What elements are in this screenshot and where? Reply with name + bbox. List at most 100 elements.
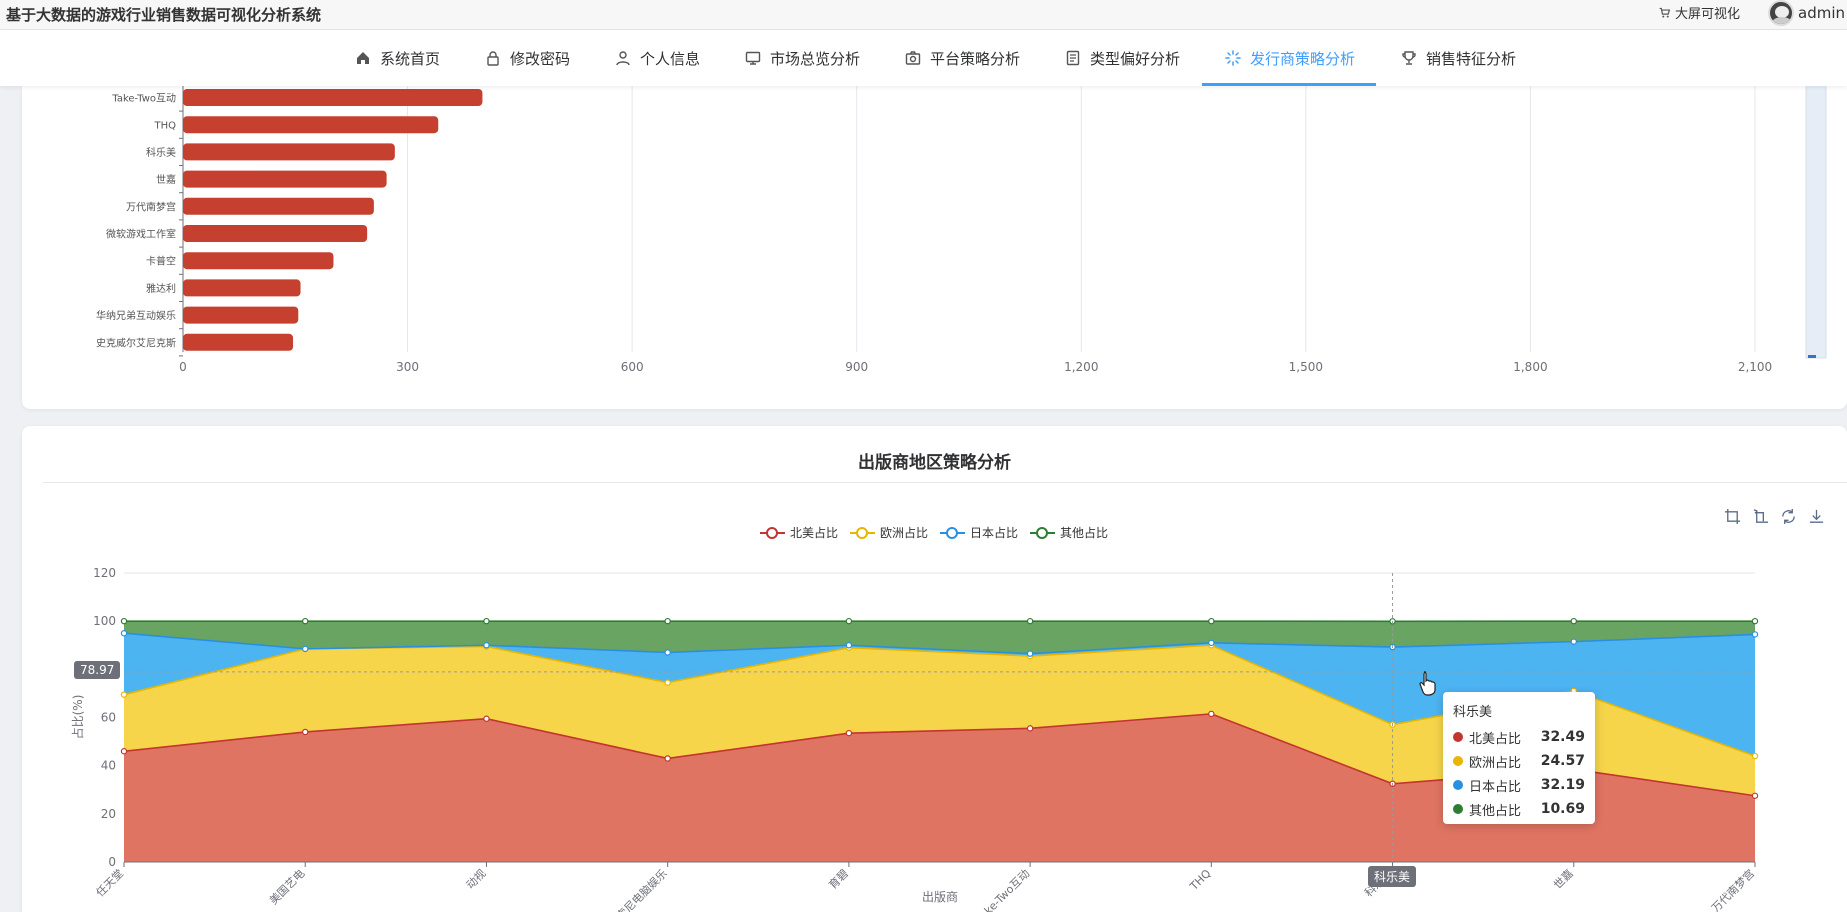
bar-rect xyxy=(183,116,439,134)
tooltip-value: 32.19 xyxy=(1540,777,1585,793)
bar-rect xyxy=(183,279,301,297)
area-x-tick-label: 美国艺电 xyxy=(267,867,307,907)
tooltip-name: 北美占比 xyxy=(1469,731,1522,747)
monitor-icon xyxy=(745,51,761,65)
area-point xyxy=(1751,752,1759,760)
area-point xyxy=(302,728,309,736)
tooltip-name: 欧洲占比 xyxy=(1469,755,1522,771)
region-legend: 北美占比 欧洲占比 日本占比 其他占比 xyxy=(760,524,1108,541)
legend-swatch xyxy=(1030,526,1056,540)
area-point xyxy=(120,691,128,698)
legend-label: 北美占比 xyxy=(790,526,839,540)
nav-label: 个人信息 xyxy=(640,49,701,68)
area-point xyxy=(664,649,671,656)
area-x-tick-label: THQ xyxy=(1187,867,1214,894)
restore-icon[interactable] xyxy=(1780,508,1797,525)
area-x-tick-label: 任天堂 xyxy=(94,867,127,900)
bar-category-label: THQ xyxy=(154,121,177,132)
area-point xyxy=(1026,617,1034,625)
bar-rect xyxy=(183,143,395,161)
legend-item-other[interactable]: 其他占比 xyxy=(1030,524,1108,541)
bar-rect xyxy=(183,197,374,215)
area-point xyxy=(483,715,490,722)
chart-tooltip: 科乐美 北美占比 32.49 欧洲占比 24.57 日本占比 32.19 其他占比 10… xyxy=(1443,692,1595,824)
axis-pointer-x-label: 科乐美 xyxy=(1368,866,1417,887)
nav-item-home[interactable]: 系统首页 xyxy=(355,30,440,86)
tooltip-row: 日本占比 32.19 xyxy=(1453,773,1585,797)
user-icon xyxy=(616,51,630,66)
area-y-tick-label: 60 xyxy=(101,711,116,725)
area-x-tick-label: 世嘉 xyxy=(1550,866,1575,891)
area-x-axis-title: 出版商 xyxy=(922,889,958,904)
nav-item-market-overview[interactable]: 市场总览分析 xyxy=(745,30,860,86)
legend-swatch xyxy=(760,526,785,540)
bar-category-label: 史克威尔艾尼克斯 xyxy=(96,336,176,349)
area-y-tick-label: 40 xyxy=(101,759,116,773)
download-icon[interactable] xyxy=(1808,508,1825,525)
nav-label: 修改密码 xyxy=(510,49,571,68)
area-point xyxy=(483,617,490,625)
bar-rect xyxy=(183,306,299,324)
area-point xyxy=(845,642,853,649)
area-point xyxy=(120,630,128,637)
zoom-select-icon[interactable] xyxy=(1724,508,1741,525)
bar-x-tick-label: 300 xyxy=(396,360,419,374)
area-point xyxy=(302,645,309,653)
nav-item-publisher-strategy[interactable]: 发行商策略分析 xyxy=(1225,30,1355,86)
area-y-tick-label: 20 xyxy=(101,807,116,821)
nav-item-change-password[interactable]: 修改密码 xyxy=(485,30,570,86)
bar-category-label: 科乐美 xyxy=(146,146,176,159)
nav-item-platform-strategy[interactable]: 平台策略分析 xyxy=(905,30,1020,86)
chart-toolbox xyxy=(1724,508,1825,525)
tooltip-value: 32.49 xyxy=(1540,729,1585,745)
nav-label: 类型偏好分析 xyxy=(1090,49,1181,68)
loading-icon xyxy=(1225,50,1241,66)
area-point xyxy=(120,748,128,755)
legend-swatch xyxy=(850,526,876,540)
tooltip-name: 其他占比 xyxy=(1469,803,1522,819)
main-nav: 系统首页 修改密码 个人信息 市场总览分析 平台策略分析 类型偏好分析 发行商策… xyxy=(0,30,1847,86)
data-zoom-handle xyxy=(1808,355,1816,358)
bar-category-label: 卡普空 xyxy=(146,255,176,268)
tooltip-row: 欧洲占比 24.57 xyxy=(1453,749,1585,773)
bar-x-tick-label: 2,100 xyxy=(1738,360,1772,374)
legend-label: 日本占比 xyxy=(970,526,1019,540)
bar-x-tick-label: 0 xyxy=(179,360,187,374)
area-point xyxy=(845,617,853,625)
bar-rect xyxy=(183,89,483,106)
area-x-tick-label: 育碧 xyxy=(826,866,851,891)
area-x-tick-label: 动视 xyxy=(463,866,488,891)
bar-category-label: 雅达利 xyxy=(146,282,176,295)
legend-item-japan[interactable]: 日本占比 xyxy=(940,524,1018,541)
bar-x-tick-label: 900 xyxy=(845,360,868,374)
area-point xyxy=(1751,631,1759,638)
tooltip-title: 科乐美 xyxy=(1453,705,1493,720)
tooltip-row: 北美占比 32.49 xyxy=(1453,725,1585,749)
legend-label: 其他占比 xyxy=(1060,526,1109,540)
bar-category-label: 微软游戏工作室 xyxy=(106,228,176,241)
nav-item-genre-preference[interactable]: 类型偏好分析 xyxy=(1065,30,1180,86)
legend-item-europe[interactable]: 欧洲占比 xyxy=(850,524,928,541)
area-point xyxy=(483,642,490,649)
area-x-tick-label: 万代南梦宫 xyxy=(1708,866,1757,912)
tooltip-value: 24.57 xyxy=(1540,753,1585,769)
area-point xyxy=(1026,650,1034,657)
nav-item-sales-features[interactable]: 销售特征分析 xyxy=(1401,30,1516,86)
nav-item-profile[interactable]: 个人信息 xyxy=(615,30,700,86)
legend-item-north-america[interactable]: 北美占比 xyxy=(760,524,838,541)
zoom-back-icon[interactable] xyxy=(1752,508,1769,525)
area-point xyxy=(302,617,309,625)
nav-label: 系统首页 xyxy=(380,49,441,68)
bar-rect xyxy=(183,170,387,188)
bar-category-label: Take-Two互动 xyxy=(111,93,176,105)
bar-category-label: 世嘉 xyxy=(156,173,176,186)
tooltip-name: 日本占比 xyxy=(1469,779,1522,795)
nav-label: 平台策略分析 xyxy=(930,49,1021,68)
tooltip-row: 其他占比 10.69 xyxy=(1453,797,1585,821)
bar-x-tick-label: 1,800 xyxy=(1513,360,1547,374)
area-y-axis-title: 占比(%) xyxy=(70,695,85,740)
bar-x-tick-label: 1,200 xyxy=(1064,360,1098,374)
camera-icon xyxy=(905,51,921,65)
nav-active-indicator xyxy=(1202,83,1376,86)
data-zoom-slider xyxy=(1805,84,1827,359)
